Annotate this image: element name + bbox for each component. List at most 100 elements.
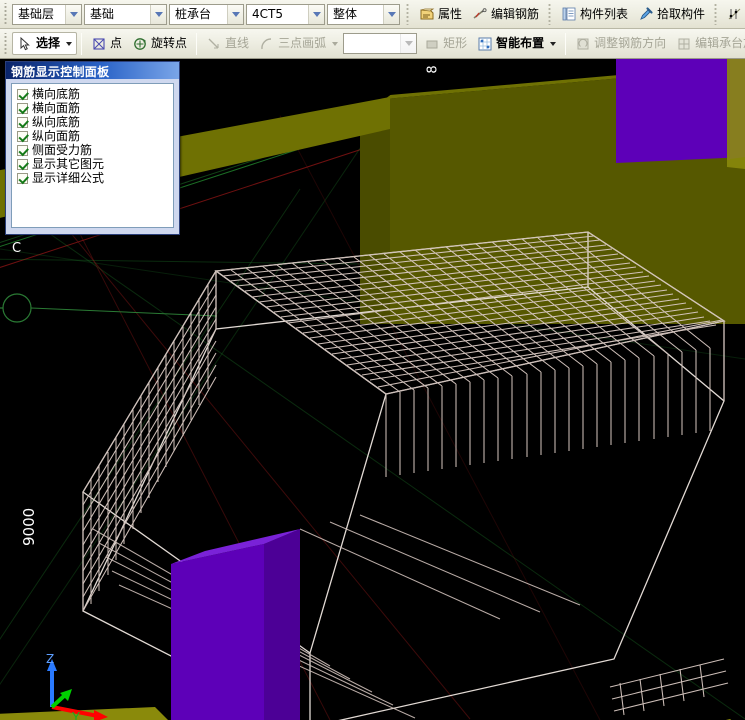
- adjust-rebar-direction-button-label: 调整钢筋方向: [594, 33, 666, 54]
- chevron-down-icon[interactable]: [150, 5, 166, 24]
- smart-layout-button-label: 智能布置: [496, 33, 544, 54]
- toolbar-separator: [406, 3, 410, 25]
- floor-selector[interactable]: 基础层: [12, 4, 82, 25]
- edit-rebar-button[interactable]: 编辑钢筋: [467, 3, 544, 26]
- edit-cap-strengthen-rebar-button-label: 编辑承台加强筋: [695, 33, 745, 54]
- chevron-down-icon[interactable]: [227, 5, 243, 24]
- checkbox-transverse-top-rebar[interactable]: 横向面筋: [14, 101, 173, 115]
- checkbox-show-detailed-formula[interactable]: 显示详细公式: [14, 171, 173, 185]
- checkbox-label: 显示其它图元: [32, 158, 104, 171]
- rectangle-button-label: 矩形: [443, 33, 467, 54]
- checkbox-longitudinal-top-rebar[interactable]: 纵向面筋: [14, 129, 173, 143]
- component-list-button[interactable]: 构件列表: [556, 3, 633, 26]
- component-type-selector[interactable]: 桩承台: [169, 4, 244, 25]
- rebar-bottom-right-edge: [610, 659, 728, 715]
- top-toolbar: 基础层 基础 桩承台 4CT5 整体 属性: [0, 0, 745, 29]
- chevron-down-icon[interactable]: [400, 34, 416, 53]
- toolbar-separator: [714, 3, 718, 25]
- axis-y-label: Y: [71, 711, 80, 720]
- edit-rebar-button-label: 编辑钢筋: [491, 4, 539, 25]
- checkbox-label: 显示详细公式: [32, 172, 104, 185]
- toolbar-separator: [548, 3, 552, 25]
- toolbar-gripper[interactable]: [2, 33, 9, 55]
- line-button[interactable]: 直线: [201, 32, 254, 55]
- point-icon: [91, 36, 107, 52]
- axis-z-label: Z: [46, 652, 54, 666]
- checkbox-transverse-bottom-rebar[interactable]: 横向底筋: [14, 87, 173, 101]
- arc-icon: [259, 36, 275, 52]
- chevron-down-icon[interactable]: [66, 42, 72, 46]
- two-point-button[interactable]: 两点: [722, 3, 745, 26]
- component-type-selector-value: 桩承台: [170, 5, 227, 24]
- checkbox-label: 纵向面筋: [32, 130, 80, 143]
- chevron-down-icon[interactable]: [308, 5, 324, 24]
- pick-component-button-label: 拾取构件: [657, 4, 705, 25]
- chevron-down-icon[interactable]: [383, 5, 399, 24]
- rotate-point-button-label: 旋转点: [151, 33, 187, 54]
- point-button-label: 点: [110, 33, 122, 54]
- check-icon[interactable]: [17, 131, 28, 142]
- chevron-down-icon[interactable]: [65, 5, 81, 24]
- check-icon[interactable]: [17, 173, 28, 184]
- rebar-bottom-mat: [93, 515, 580, 718]
- checkbox-label: 横向底筋: [32, 88, 80, 101]
- floor-selector-value: 基础层: [13, 5, 65, 24]
- grid-label-vertical: 8: [426, 65, 441, 73]
- three-point-arc-button-label: 三点画弧: [278, 33, 326, 54]
- check-icon[interactable]: [17, 103, 28, 114]
- column-foreground-purple: [171, 529, 300, 720]
- checkbox-side-main-rebar[interactable]: 侧面受力筋: [14, 143, 173, 157]
- edit-rebar-icon: [472, 6, 488, 22]
- component-selector[interactable]: 4CT5: [246, 4, 325, 25]
- rotate-point-icon: [132, 36, 148, 52]
- check-icon[interactable]: [17, 117, 28, 128]
- application-window: 基础层 基础 桩承台 4CT5 整体 属性: [0, 0, 745, 720]
- display-mode-selector[interactable]: 整体: [327, 4, 400, 25]
- category-selector-value: 基础: [85, 5, 150, 24]
- checkbox-label: 侧面受力筋: [32, 144, 92, 157]
- line-button-label: 直线: [225, 33, 249, 54]
- chevron-down-icon[interactable]: [332, 42, 338, 46]
- rectangle-icon: [424, 36, 440, 52]
- properties-icon: [419, 6, 435, 22]
- eyedropper-icon: [638, 6, 654, 22]
- rotate-point-button[interactable]: 旋转点: [127, 32, 192, 55]
- check-icon[interactable]: [17, 159, 28, 170]
- rebar-checkbox-list: 横向底筋 横向面筋 纵向底筋 纵向面筋 侧面受力筋 显示其它图元: [11, 83, 174, 228]
- point-button[interactable]: 点: [86, 32, 127, 55]
- adjust-direction-icon: [575, 36, 591, 52]
- two-point-icon: [727, 6, 743, 22]
- toolbar-separator: [81, 33, 82, 55]
- column-back-purple: [616, 59, 745, 163]
- grid-marker-c-label: C: [12, 241, 21, 256]
- check-icon[interactable]: [17, 89, 28, 100]
- dimension-label-9000: 9000: [20, 508, 38, 546]
- rectangle-button[interactable]: 矩形: [419, 32, 472, 55]
- component-list-icon: [561, 6, 577, 22]
- select-tool-button[interactable]: 选择: [12, 32, 77, 55]
- component-list-button-label: 构件列表: [580, 4, 628, 25]
- select-tool-label: 选择: [36, 33, 60, 54]
- draw-toolbar: 选择 点 旋转点 直: [0, 29, 745, 59]
- smart-layout-button[interactable]: 智能布置: [472, 32, 561, 55]
- pick-component-button[interactable]: 拾取构件: [633, 3, 710, 26]
- checkbox-longitudinal-bottom-rebar[interactable]: 纵向底筋: [14, 115, 173, 129]
- toolbar-separator: [565, 33, 566, 55]
- toolbar-gripper[interactable]: [2, 3, 9, 25]
- checkbox-label: 横向面筋: [32, 102, 80, 115]
- adjust-rebar-direction-button[interactable]: 调整钢筋方向: [570, 32, 671, 55]
- checkbox-show-other-elements[interactable]: 显示其它图元: [14, 157, 173, 171]
- properties-button-label: 属性: [438, 4, 462, 25]
- check-icon[interactable]: [17, 145, 28, 156]
- draw-style-selector[interactable]: [343, 33, 417, 54]
- properties-button[interactable]: 属性: [414, 3, 467, 26]
- rebar-panel-title: 钢筋显示控制面板: [6, 62, 179, 79]
- rebar-display-control-panel[interactable]: 钢筋显示控制面板 横向底筋 横向面筋 纵向底筋 纵向面筋 侧面受力筋: [5, 61, 180, 235]
- chevron-down-icon[interactable]: [550, 42, 556, 46]
- category-selector[interactable]: 基础: [84, 4, 167, 25]
- three-point-arc-button[interactable]: 三点画弧: [254, 32, 343, 55]
- edit-cap-strengthen-rebar-button[interactable]: 编辑承台加强筋: [671, 32, 745, 55]
- component-selector-value: 4CT5: [247, 5, 308, 24]
- cursor-arrow-icon: [17, 36, 33, 52]
- toolbar-separator: [196, 33, 197, 55]
